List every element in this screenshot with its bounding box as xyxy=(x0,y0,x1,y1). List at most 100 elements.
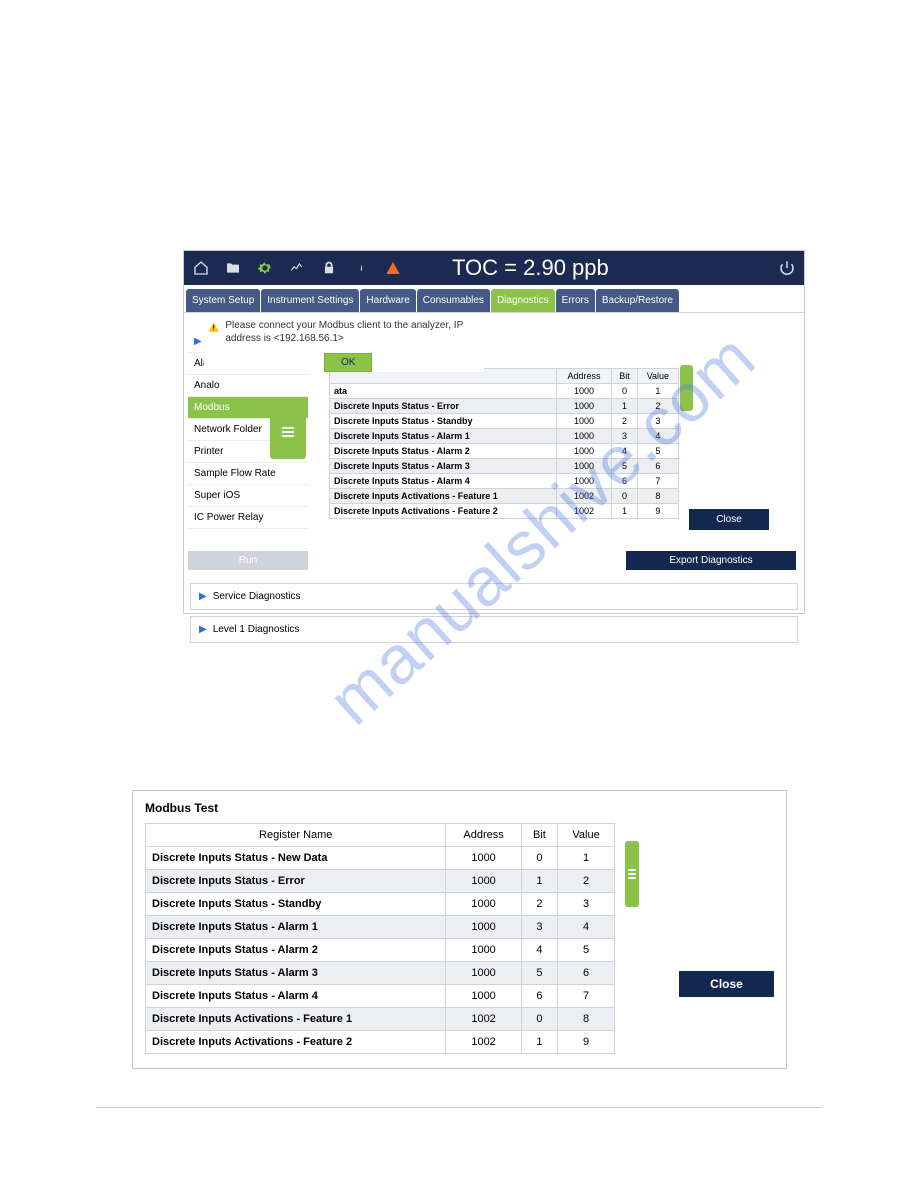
cell-value: 6 xyxy=(558,962,615,985)
modbus-test-table-small: Address Bit Value ata100001Discrete Inpu… xyxy=(329,368,679,519)
cell-value: 6 xyxy=(637,459,678,474)
cell-address: 1000 xyxy=(446,893,521,916)
table-drag-handle[interactable] xyxy=(680,365,693,411)
sidebar-drag-handle[interactable] xyxy=(270,405,306,459)
cell-value: 5 xyxy=(558,939,615,962)
cell-register: Discrete Inputs Activations - Feature 1 xyxy=(330,489,557,504)
level1-diagnostics-link[interactable]: ▶ Level 1 Diagnostics xyxy=(190,616,798,643)
table-row: Discrete Inputs Status - Alarm 3100056 xyxy=(330,459,679,474)
cell-register: Discrete Inputs Status - Alarm 4 xyxy=(330,474,557,489)
cell-address: 1000 xyxy=(556,474,611,489)
col-address: Address xyxy=(556,369,611,384)
folder-icon[interactable] xyxy=(224,260,242,276)
warning-icon xyxy=(208,319,219,335)
cell-bit: 4 xyxy=(521,939,557,962)
cell-register: Discrete Inputs Activations - Feature 2 xyxy=(330,504,557,519)
info-icon[interactable] xyxy=(352,260,370,276)
cell-address: 1000 xyxy=(556,414,611,429)
sidebar-item-ic-power-relay[interactable]: IC Power Relay xyxy=(188,507,308,529)
tab-row: System Setup Instrument Settings Hardwar… xyxy=(184,289,804,313)
table-row: Discrete Inputs Status - Error100012 xyxy=(330,399,679,414)
sidebar-item-label: Printer xyxy=(194,446,223,457)
message-text: Please connect your Modbus client to the… xyxy=(225,319,480,345)
caret-icon: ▶ xyxy=(199,591,207,602)
sidebar-item-sample-flow-rate[interactable]: Sample Flow Rate xyxy=(188,463,308,485)
table-row: Discrete Inputs Activations - Feature 11… xyxy=(330,489,679,504)
tab-diagnostics[interactable]: Diagnostics xyxy=(491,289,555,312)
panel-title: Modbus Test xyxy=(145,801,774,815)
cell-value: 1 xyxy=(558,847,615,870)
cell-bit: 2 xyxy=(612,414,638,429)
cell-bit: 1 xyxy=(612,504,638,519)
diag-link-label: Service Diagnostics xyxy=(213,591,301,602)
cell-address: 1000 xyxy=(556,429,611,444)
col-bit: Bit xyxy=(521,824,557,847)
sidebar-item-super-ios[interactable]: Super iOS xyxy=(188,485,308,507)
cell-register: Discrete Inputs Status - Alarm 1 xyxy=(330,429,557,444)
table-row: Discrete Inputs Status - Standby100023 xyxy=(330,414,679,429)
cell-register: Discrete Inputs Status - Standby xyxy=(146,893,446,916)
cell-address: 1000 xyxy=(446,916,521,939)
home-icon[interactable] xyxy=(192,260,210,276)
cell-bit: 6 xyxy=(612,474,638,489)
cell-value: 4 xyxy=(558,916,615,939)
cell-bit: 0 xyxy=(521,847,557,870)
alert-triangle-icon[interactable] xyxy=(384,260,402,276)
tab-hardware[interactable]: Hardware xyxy=(360,289,415,312)
table-row: ata100001 xyxy=(330,384,679,399)
cell-address: 1002 xyxy=(556,504,611,519)
table-drag-handle[interactable] xyxy=(625,841,639,907)
tab-instrument-settings[interactable]: Instrument Settings xyxy=(261,289,359,312)
cell-bit: 3 xyxy=(521,916,557,939)
ok-button[interactable]: OK xyxy=(324,353,372,372)
run-button[interactable]: Run xyxy=(188,551,308,570)
table-row: Discrete Inputs Status - Error100012 xyxy=(146,870,615,893)
cell-value: 2 xyxy=(637,399,678,414)
lock-icon[interactable] xyxy=(320,260,338,276)
table-row: Discrete Inputs Activations - Feature 11… xyxy=(146,1008,615,1031)
cell-bit: 0 xyxy=(612,384,638,399)
sidebar-item-analog[interactable]: Analo xyxy=(188,375,308,397)
table-row: Discrete Inputs Status - Alarm 4100067 xyxy=(330,474,679,489)
power-icon[interactable] xyxy=(778,259,796,277)
tab-errors[interactable]: Errors xyxy=(556,289,595,312)
service-diagnostics-link[interactable]: ▶ Service Diagnostics xyxy=(190,583,798,610)
col-address: Address xyxy=(446,824,521,847)
table-header-row: Register Name Address Bit Value xyxy=(146,824,615,847)
diag-link-label: Level 1 Diagnostics xyxy=(213,624,300,635)
cell-register: Discrete Inputs Status - Alarm 3 xyxy=(330,459,557,474)
cell-address: 1000 xyxy=(556,384,611,399)
sidebar-item-label: Analo xyxy=(194,380,220,391)
cell-value: 8 xyxy=(558,1008,615,1031)
cell-value: 8 xyxy=(637,489,678,504)
toc-readout: TOC = 2.90 ppb xyxy=(438,251,623,285)
cell-bit: 0 xyxy=(521,1008,557,1031)
table-row: Discrete Inputs Activations - Feature 21… xyxy=(330,504,679,519)
table-row: Discrete Inputs Status - New Data100001 xyxy=(146,847,615,870)
tab-consumables[interactable]: Consumables xyxy=(417,289,490,312)
cell-value: 7 xyxy=(558,985,615,1008)
footer-divider xyxy=(96,1107,822,1108)
close-button[interactable]: Close xyxy=(679,971,774,997)
cell-register: Discrete Inputs Status - Error xyxy=(146,870,446,893)
cell-address: 1000 xyxy=(556,444,611,459)
tab-system-setup[interactable]: System Setup xyxy=(186,289,260,312)
sidebar-item-label: Modbus xyxy=(194,402,230,413)
modbus-test-panel: Modbus Test Register Name Address Bit Va… xyxy=(132,790,787,1069)
cell-register: Discrete Inputs Status - Alarm 4 xyxy=(146,985,446,1008)
cell-register: Discrete Inputs Status - Alarm 1 xyxy=(146,916,446,939)
cell-register: Discrete Inputs Status - Standby xyxy=(330,414,557,429)
graph-icon[interactable] xyxy=(288,261,306,275)
export-diagnostics-button[interactable]: Export Diagnostics xyxy=(626,551,796,570)
cell-address: 1002 xyxy=(446,1008,521,1031)
cell-bit: 0 xyxy=(612,489,638,504)
cell-bit: 1 xyxy=(521,1031,557,1054)
table-row: Discrete Inputs Status - Alarm 1100034 xyxy=(146,916,615,939)
gear-icon[interactable] xyxy=(256,260,274,276)
table-row: Discrete Inputs Status - Alarm 3100056 xyxy=(146,962,615,985)
cell-value: 4 xyxy=(637,429,678,444)
cell-address: 1002 xyxy=(446,1031,521,1054)
tab-backup-restore[interactable]: Backup/Restore xyxy=(596,289,679,312)
close-button[interactable]: Close xyxy=(689,509,769,530)
caret-icon: ▶ xyxy=(199,624,207,635)
